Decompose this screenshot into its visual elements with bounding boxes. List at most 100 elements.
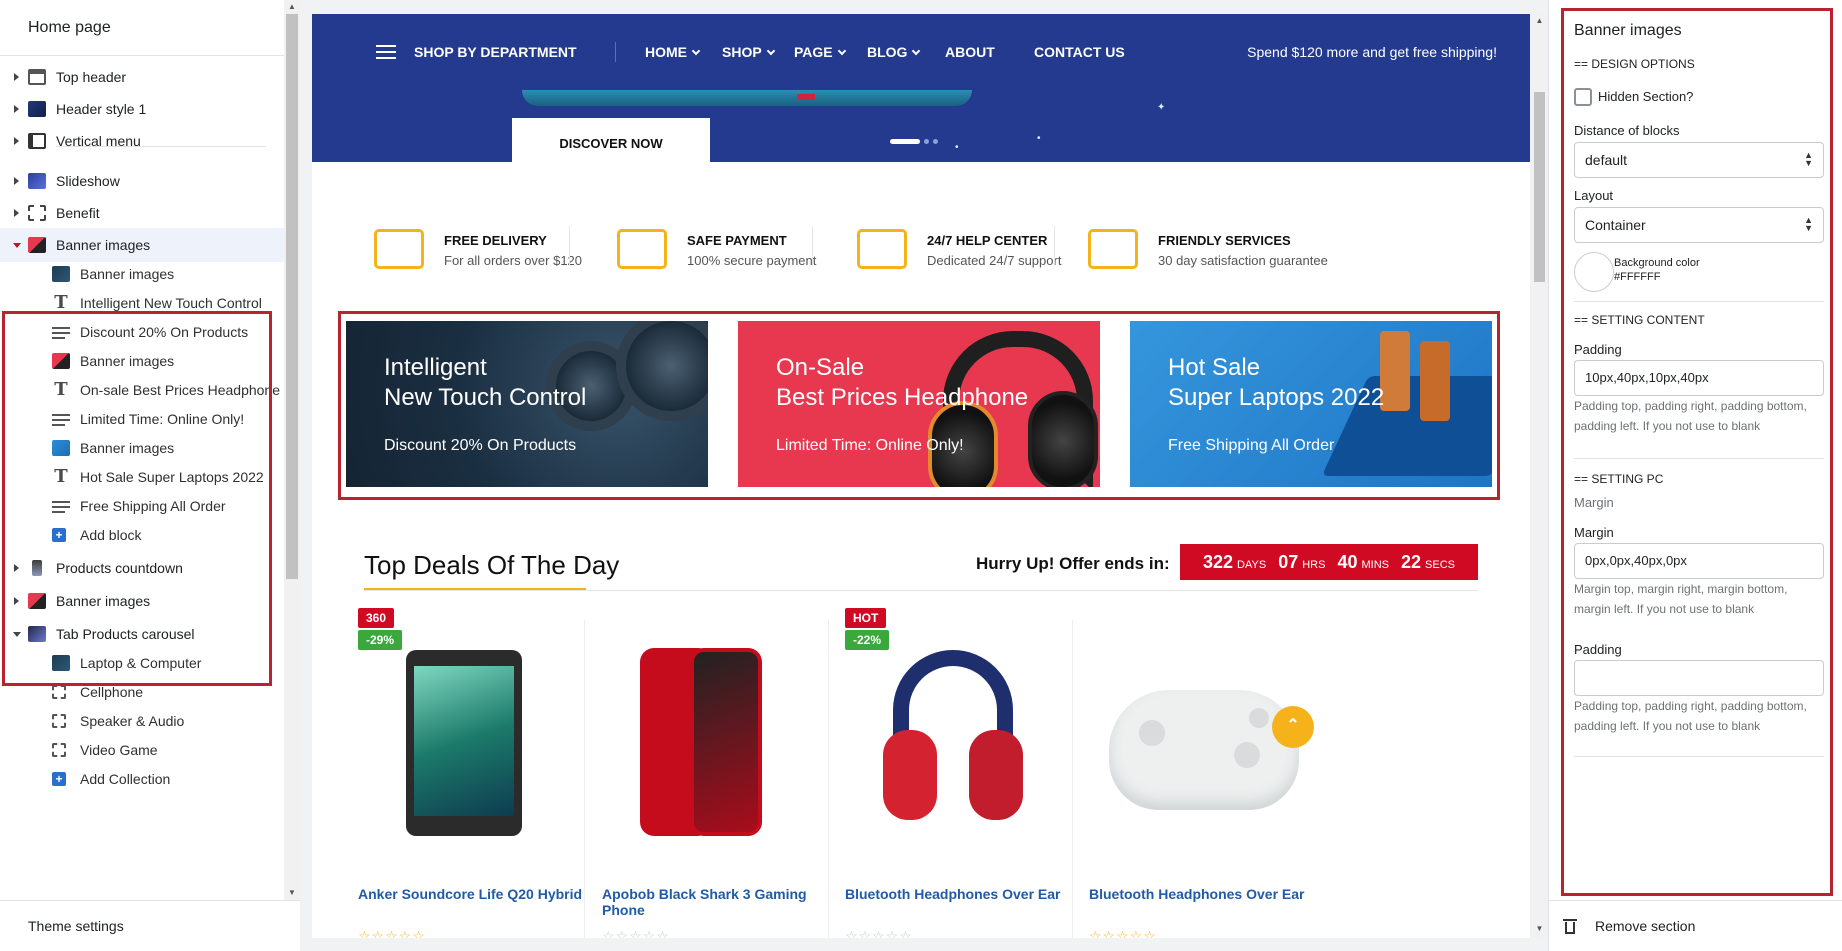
collection-icon	[52, 714, 66, 728]
id-card-icon	[1088, 229, 1138, 269]
expand-caret-icon[interactable]	[14, 564, 19, 572]
nav-link-home[interactable]: HOME	[645, 14, 701, 90]
hamburger-menu-icon[interactable]	[376, 45, 396, 59]
margin-input[interactable]: 0px,0px,40px,0px	[1574, 543, 1824, 579]
section-top-header[interactable]: Top header	[0, 60, 284, 94]
nav-divider	[615, 42, 616, 62]
banner-subtext: Free Shipping All Order	[1168, 437, 1335, 454]
scrollbar-thumb[interactable]	[1534, 92, 1545, 282]
expand-caret-icon[interactable]	[14, 597, 19, 605]
banner-card[interactable]: On-Sale Best Prices Headphone Limited Tim…	[738, 321, 1100, 487]
divider	[569, 226, 570, 266]
product-name[interactable]: Bluetooth Headphones Over Ear	[845, 886, 1085, 902]
add-collection-button[interactable]: + Add Collection	[0, 762, 284, 796]
gamepad-image	[1109, 690, 1299, 810]
expand-caret-icon[interactable]	[14, 105, 19, 113]
benefit-subtitle: 30 day satisfaction guarantee	[1158, 253, 1328, 268]
nav-link-blog[interactable]: BLOG	[867, 14, 921, 90]
background-color-swatch[interactable]	[1574, 252, 1614, 292]
section-benefit[interactable]: Benefit	[0, 196, 284, 230]
section-products-countdown[interactable]: Products countdown	[0, 551, 284, 585]
scroll-up-icon[interactable]: ▲	[1531, 16, 1548, 25]
section-vertical-menu[interactable]: Vertical menu	[0, 124, 284, 158]
product-card[interactable]: 360 -29% Anker Soundcore Life Q20 Hybrid…	[338, 608, 608, 938]
discover-now-button[interactable]: DISCOVER NOW	[512, 118, 710, 162]
text-icon: T	[54, 466, 68, 487]
chevron-down-icon	[766, 46, 775, 56]
section-slideshow[interactable]: Slideshow	[0, 164, 284, 198]
rating-stars: ☆☆☆☆☆	[602, 928, 670, 938]
banner-card[interactable]: Intelligent New Touch Control Discount 20…	[346, 321, 708, 487]
remove-section-button[interactable]: Remove section	[1549, 900, 1842, 951]
section-tree: Top header Header style 1 Vertical menu …	[0, 56, 284, 900]
theme-settings-link[interactable]: Theme settings	[0, 900, 300, 951]
slide-dots[interactable]	[890, 132, 942, 147]
store-preview: SHOP BY DEPARTMENT HOME SHOP PAGE BLOG A…	[300, 0, 1548, 951]
expand-caret-icon[interactable]	[14, 209, 19, 217]
setting-pc-heading: == SETTING PC	[1574, 472, 1664, 486]
padding-pc-label: Padding	[1574, 642, 1622, 657]
section-banner-images-2[interactable]: Banner images	[0, 584, 284, 618]
expand-caret-icon[interactable]	[14, 73, 19, 81]
add-block-label: Add block	[80, 527, 142, 543]
nav-link-about[interactable]: ABOUT	[945, 14, 995, 90]
scroll-down-icon[interactable]: ▼	[1531, 924, 1548, 933]
plus-icon: +	[52, 528, 66, 542]
product-name[interactable]: Anker Soundcore Life Q20 Hybrid	[358, 886, 598, 902]
product-card[interactable]: Apobob Black Shark 3 Gaming Phone ☆☆☆☆☆	[582, 620, 852, 938]
phone-image	[640, 648, 762, 836]
headphone-cup	[1028, 391, 1098, 487]
expand-caret-icon[interactable]	[14, 137, 19, 145]
banner-images-section[interactable]: Intelligent New Touch Control Discount 20…	[338, 311, 1500, 500]
section-label: Top header	[56, 69, 127, 85]
product-name[interactable]: Apobob Black Shark 3 Gaming Phone	[602, 886, 842, 918]
nav-link-shop[interactable]: SHOP	[722, 14, 775, 90]
scroll-down-icon[interactable]: ▼	[284, 886, 300, 900]
tablet-image	[406, 650, 522, 836]
section-header-style[interactable]: Header style 1	[0, 92, 284, 126]
scroll-to-top-button[interactable]: ⌃	[1272, 706, 1314, 748]
padding-input[interactable]: 10px,40px,10px,40px	[1574, 360, 1824, 396]
distance-label: Distance of blocks	[1574, 123, 1680, 138]
settings-outline: Banner images == DESIGN OPTIONS Hidden S…	[1561, 8, 1833, 896]
preview-scrollbar[interactable]: ▲ ▼	[1531, 14, 1548, 938]
badge-360: 360	[358, 608, 395, 628]
background-color-value: #FFFFFF	[1614, 271, 1661, 283]
block-label: Intelligent New Touch Control	[80, 295, 262, 311]
add-block-button[interactable]: + Add block	[0, 518, 284, 552]
scroll-up-icon[interactable]: ▲	[284, 0, 300, 14]
banner-card[interactable]: Hot Sale Super Laptops 2022 Free Shipping…	[1130, 321, 1492, 487]
hidden-section-checkbox[interactable]	[1574, 88, 1592, 106]
product-card[interactable]: HOT -22% Bluetooth Headphones Over Ear ☆…	[825, 608, 1095, 938]
banner-image-icon	[28, 593, 46, 609]
block-label: Cellphone	[80, 684, 144, 700]
design-options-heading: == DESIGN OPTIONS	[1574, 57, 1695, 71]
block-label: Banner images	[80, 353, 175, 369]
padding-pc-input[interactable]	[1574, 660, 1824, 696]
nav-link-label: PAGE	[794, 44, 833, 60]
paragraph-icon	[52, 498, 70, 514]
divider	[1574, 301, 1824, 302]
hot-badge: HOT	[845, 608, 887, 628]
nav-link-contact[interactable]: CONTACT US	[1034, 14, 1125, 90]
collapse-caret-icon[interactable]	[13, 242, 21, 248]
expand-caret-icon[interactable]	[14, 177, 19, 185]
layout-select[interactable]: Container ▲ ▼	[1574, 207, 1824, 243]
text-icon: T	[54, 292, 68, 313]
padding-pc-help: Padding top, padding right, padding bott…	[1574, 699, 1807, 733]
nav-link-page[interactable]: PAGE	[794, 14, 846, 90]
nav-link-label: SHOP	[722, 44, 762, 60]
preview-frame: SHOP BY DEPARTMENT HOME SHOP PAGE BLOG A…	[312, 14, 1530, 938]
layout-label: Layout	[1574, 188, 1614, 203]
distance-select[interactable]: default ▲ ▼	[1574, 142, 1824, 178]
select-arrows-icon: ▲ ▼	[1804, 215, 1813, 233]
scrollbar-thumb[interactable]	[286, 14, 298, 579]
sidebar-scrollbar[interactable]: ▲ ▼	[284, 0, 300, 900]
section-label: Products countdown	[56, 560, 183, 576]
slideshow-icon	[28, 173, 46, 189]
section-label: Slideshow	[56, 173, 120, 189]
product-card[interactable]: Bluetooth Headphones Over Ear ☆☆☆☆☆	[1069, 620, 1339, 938]
product-name[interactable]: Bluetooth Headphones Over Ear	[1089, 886, 1329, 902]
collapse-caret-icon[interactable]	[13, 631, 21, 637]
shop-by-department[interactable]: SHOP BY DEPARTMENT	[414, 14, 577, 90]
